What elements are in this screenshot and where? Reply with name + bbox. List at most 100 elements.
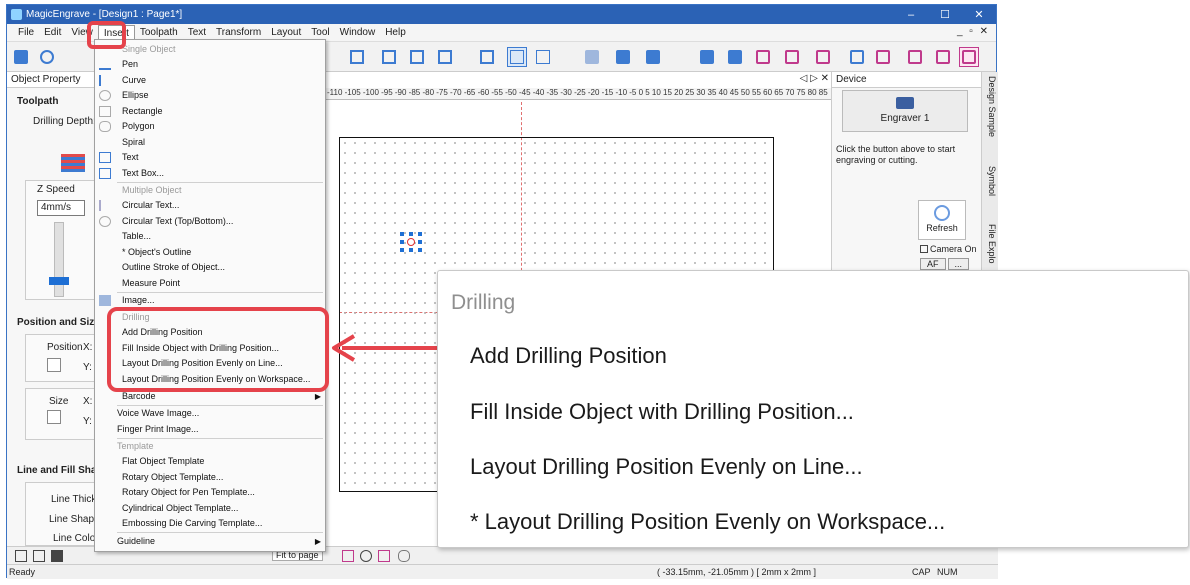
- z-speed-slider-thumb[interactable]: [49, 277, 69, 285]
- menu-item-ellipse[interactable]: Ellipse: [95, 88, 325, 104]
- position-y-label: Y:: [83, 362, 92, 373]
- flat-template-icon[interactable]: [847, 47, 867, 67]
- menu-window[interactable]: Window: [335, 25, 381, 41]
- device-header: Device: [832, 72, 981, 88]
- menu-item-rectangle[interactable]: Rectangle: [95, 104, 325, 120]
- engraver-button[interactable]: Engraver 1: [842, 90, 968, 132]
- z-speed-field[interactable]: 4mm/s: [37, 200, 85, 216]
- align-center-icon[interactable]: [407, 47, 427, 67]
- menu-item-spiral[interactable]: Spiral: [95, 135, 325, 151]
- menu-item-circular-text[interactable]: Circular Text...: [95, 198, 325, 214]
- menu-header-multiple: Multiple Object: [122, 185, 182, 195]
- refresh-button[interactable]: Refresh: [918, 200, 966, 240]
- zoom-drilling-header: Drilling: [451, 291, 516, 314]
- tab-symbol[interactable]: Symbol: [984, 166, 997, 196]
- drilling-position-object[interactable]: [400, 232, 422, 252]
- menu-item-text[interactable]: Text: [95, 150, 325, 166]
- text-tool-icon[interactable]: [533, 47, 553, 67]
- submenu-arrow-icon: ▶: [314, 537, 321, 546]
- size-anchor-icon[interactable]: [47, 410, 61, 424]
- position-anchor-icon[interactable]: [47, 358, 61, 372]
- image-tool-icon[interactable]: [697, 47, 717, 67]
- new-page-icon[interactable]: [15, 550, 27, 562]
- mdi-controls[interactable]: _ ▫ ✕: [957, 26, 990, 37]
- fill-tool-icon[interactable]: [725, 47, 745, 67]
- app-logo-icon: [11, 9, 22, 20]
- save-page-icon[interactable]: [51, 550, 63, 562]
- menu-item-text-box[interactable]: Text Box...: [95, 166, 325, 182]
- grid-icon[interactable]: [347, 47, 367, 67]
- menu-item-flat-template[interactable]: Flat Object Template: [95, 454, 325, 470]
- align-left-icon[interactable]: [379, 47, 399, 67]
- menu-item-circular-text-top-bottom[interactable]: Circular Text (Top/Bottom)...: [95, 214, 325, 230]
- size-x-label: X:: [83, 396, 93, 407]
- zoom-fit-icon[interactable]: [360, 550, 372, 562]
- menu-item-measure-point[interactable]: Measure Point: [95, 276, 325, 292]
- text-box-icon: [99, 168, 111, 179]
- camera-toggle[interactable]: Camera On: [920, 244, 977, 254]
- menu-item-embossing-template[interactable]: Embossing Die Carving Template...: [95, 516, 325, 532]
- zoom-item-drilling-line: Layout Drilling Position Evenly on Line.…: [470, 454, 863, 479]
- zoom-item-drilling-workspace: * Layout Drilling Position Evenly on Wor…: [470, 509, 946, 534]
- menu-help[interactable]: Help: [380, 25, 411, 41]
- stack-icon[interactable]: [933, 47, 953, 67]
- menu-item-voice-wave[interactable]: Voice Wave Image...: [95, 406, 325, 422]
- menu-edit[interactable]: Edit: [39, 25, 66, 41]
- pan-hand-icon[interactable]: [398, 550, 410, 562]
- camera-label: Camera On: [930, 244, 977, 254]
- align-right-icon[interactable]: [435, 47, 455, 67]
- tab-file-explorer[interactable]: File Explo: [984, 224, 997, 264]
- refresh-label: Refresh: [926, 223, 958, 233]
- menu-item-cylindrical-template[interactable]: Cylindrical Object Template...: [95, 501, 325, 517]
- tab-design-sample[interactable]: Design Sample: [984, 76, 997, 137]
- menu-item-objects-outline[interactable]: * Object's Outline: [95, 245, 325, 261]
- drilling-zoom-callout: Drilling Add Drilling Position Fill Insi…: [437, 270, 1189, 548]
- zoom-area-icon[interactable]: [378, 550, 390, 562]
- barcode-tool-icon[interactable]: [753, 47, 773, 67]
- menu-item-outline-stroke[interactable]: Outline Stroke of Object...: [95, 260, 325, 276]
- menu-item-pen[interactable]: Pen: [95, 57, 325, 73]
- z-speed-slider-track[interactable]: [54, 222, 64, 297]
- ellipse-icon: [99, 90, 111, 101]
- curve-icon: [99, 75, 111, 86]
- camera-checkbox[interactable]: [920, 245, 928, 253]
- menu-item-polygon[interactable]: Polygon: [95, 119, 325, 135]
- menu-item-rotary-pen-template[interactable]: Rotary Object for Pen Template...: [95, 485, 325, 501]
- status-text: Ready: [9, 567, 36, 577]
- brush-tool-icon[interactable]: [613, 47, 633, 67]
- window-title: MagicEngrave - [Design1 : Page1*]: [26, 9, 183, 20]
- open-page-icon[interactable]: [33, 550, 45, 562]
- select-pointer-icon[interactable]: [507, 47, 527, 67]
- rotary-template-icon[interactable]: [813, 47, 833, 67]
- workspace-grid-icon[interactable]: [959, 47, 979, 67]
- toolpath-section-title: Toolpath: [17, 96, 59, 107]
- menu-item-rotary-template[interactable]: Rotary Object Template...: [95, 470, 325, 486]
- minimize-button[interactable]: –: [894, 5, 928, 24]
- close-button[interactable]: ✕: [962, 5, 996, 24]
- maximize-button[interactable]: ☐: [928, 5, 962, 24]
- line-tool-icon[interactable]: [37, 47, 57, 67]
- menu-item-table[interactable]: Table...: [95, 229, 325, 245]
- af-button[interactable]: AF: [920, 258, 946, 270]
- menu-header-template: Template: [117, 441, 154, 451]
- menu-file[interactable]: File: [13, 25, 39, 41]
- af-more-button[interactable]: ...: [947, 258, 970, 270]
- text-ab-icon[interactable]: [643, 47, 663, 67]
- engraver-icon: [896, 97, 914, 109]
- circular-text-icon: [99, 200, 111, 211]
- menu-item-curve[interactable]: Curve: [95, 73, 325, 89]
- cap-indicator: CAP: [912, 567, 931, 577]
- person-template-icon[interactable]: [873, 47, 893, 67]
- group-icon[interactable]: [477, 47, 497, 67]
- zoom-select-icon[interactable]: [342, 550, 354, 562]
- menu-item-finger-print[interactable]: Finger Print Image...: [95, 422, 325, 438]
- pen-tool-icon[interactable]: [582, 47, 602, 67]
- svg-import-icon[interactable]: [11, 47, 31, 67]
- position-x-label: X:: [83, 342, 93, 353]
- menu-item-guideline[interactable]: Guideline ▶: [95, 534, 325, 550]
- layers-icon[interactable]: [905, 47, 925, 67]
- line-thick-label: Line Thick:: [51, 494, 100, 505]
- rect-template-icon[interactable]: [782, 47, 802, 67]
- canvas-tab-controls[interactable]: ◁ ▷ ✕: [800, 73, 829, 84]
- pen-icon: [99, 59, 111, 70]
